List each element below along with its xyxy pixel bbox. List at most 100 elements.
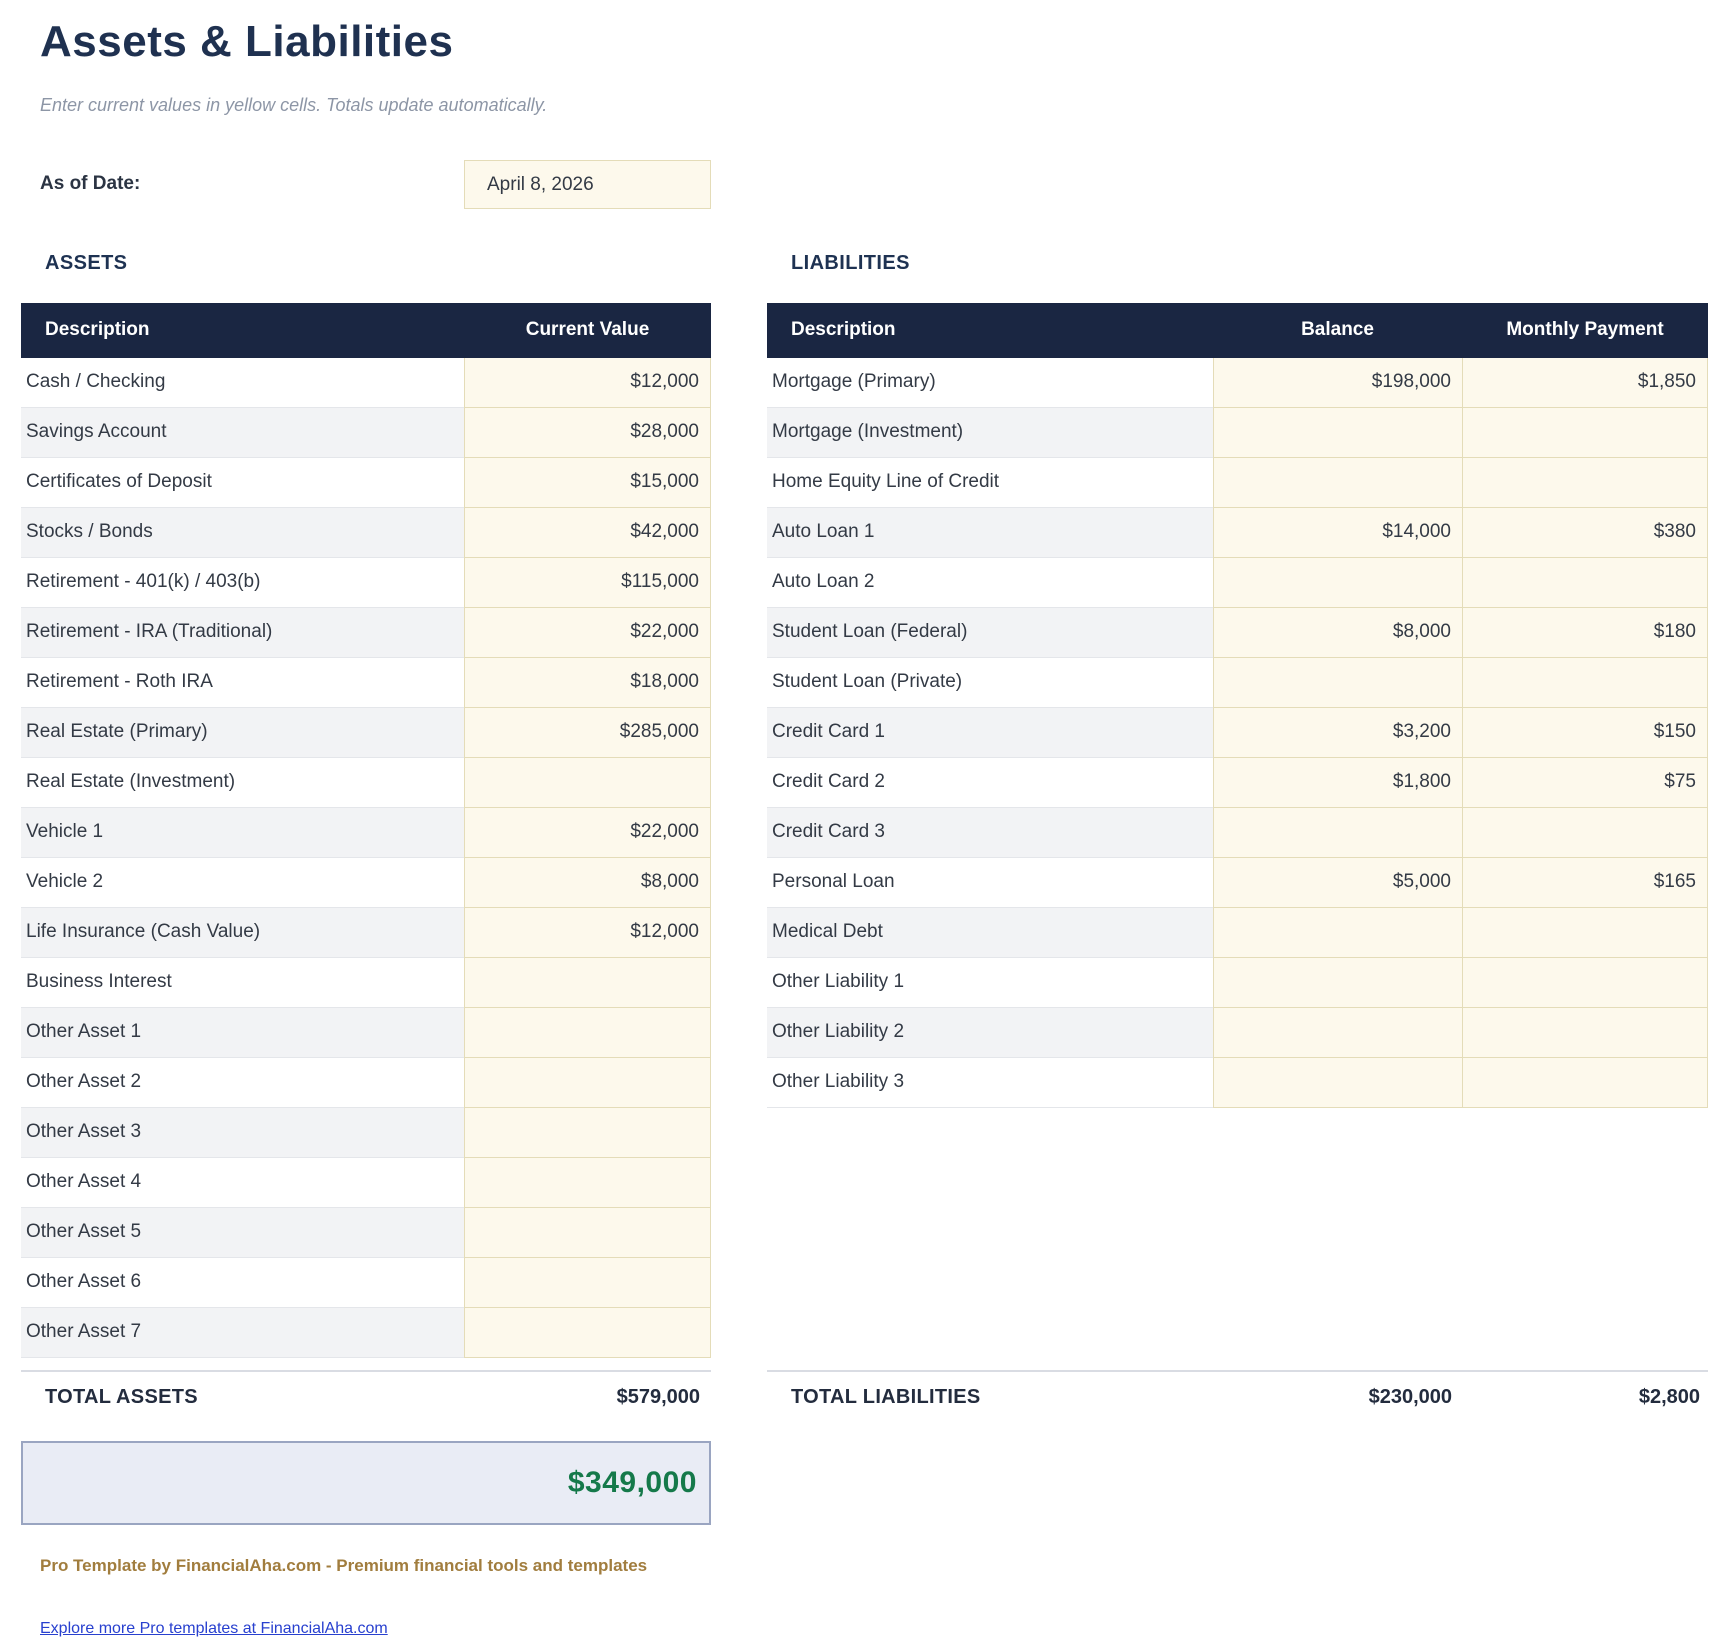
asset-description: Retirement - 401(k) / 403(b) [21,558,464,608]
asset-value-cell[interactable]: $15,000 [464,458,711,508]
liability-balance-cell[interactable]: $3,200 [1213,708,1462,758]
footer-explore-link[interactable]: Explore more Pro templates at FinancialA… [40,1620,388,1638]
total-assets-row: TOTAL ASSETS $579,000 [21,1370,711,1409]
asset-value-cell[interactable] [464,958,711,1008]
asset-row: Other Asset 1 [21,1008,711,1058]
liability-payment-cell[interactable] [1462,458,1708,508]
asset-value-cell[interactable] [464,1308,711,1358]
liability-description: Auto Loan 1 [767,508,1213,558]
total-liabilities-row: TOTAL LIABILITIES $230,000 $2,800 [767,1370,1708,1409]
asset-value-cell[interactable]: $18,000 [464,658,711,708]
asset-description: Other Asset 7 [21,1308,464,1358]
asset-value-cell[interactable]: $12,000 [464,908,711,958]
asset-description: Real Estate (Investment) [21,758,464,808]
liability-row: Other Liability 3 [767,1058,1708,1108]
asset-value-cell[interactable]: $285,000 [464,708,711,758]
liability-description: Mortgage (Primary) [767,358,1213,408]
page-subtitle: Enter current values in yellow cells. To… [40,95,1708,116]
asset-row: Real Estate (Primary)$285,000 [21,708,711,758]
total-assets-label: TOTAL ASSETS [21,1386,464,1409]
liability-row: Auto Loan 2 [767,558,1708,608]
liability-payment-cell[interactable] [1462,658,1708,708]
asset-row: Savings Account$28,000 [21,408,711,458]
tables-container: ASSETS Description Current Value Cash / … [21,252,1708,1358]
liability-description: Student Loan (Federal) [767,608,1213,658]
page-title: Assets & Liabilities [40,16,1708,68]
asset-value-cell[interactable] [464,758,711,808]
liability-balance-cell[interactable] [1213,1008,1462,1058]
assets-table-body: Cash / Checking$12,000Savings Account$28… [21,358,711,1358]
liability-balance-cell[interactable] [1213,1058,1462,1108]
as-of-date-input[interactable]: April 8, 2026 [464,160,711,209]
assets-table: Description Current Value Cash / Checkin… [21,303,711,1358]
liability-payment-cell[interactable]: $1,850 [1462,358,1708,408]
asset-value-cell[interactable] [464,1208,711,1258]
asset-row: Retirement - IRA (Traditional)$22,000 [21,608,711,658]
liability-description: Auto Loan 2 [767,558,1213,608]
liabilities-section-title: LIABILITIES [767,252,1708,276]
liability-balance-cell[interactable] [1213,558,1462,608]
liability-payment-cell[interactable]: $165 [1462,858,1708,908]
liability-payment-cell[interactable] [1462,408,1708,458]
asset-value-cell[interactable]: $12,000 [464,358,711,408]
asset-value-cell[interactable]: $42,000 [464,508,711,558]
asset-row: Life Insurance (Cash Value)$12,000 [21,908,711,958]
asset-value-cell[interactable] [464,1108,711,1158]
asset-value-cell[interactable]: $22,000 [464,608,711,658]
liability-payment-cell[interactable] [1462,558,1708,608]
liability-balance-cell[interactable]: $5,000 [1213,858,1462,908]
liability-row: Student Loan (Private) [767,658,1708,708]
liability-row: Home Equity Line of Credit [767,458,1708,508]
liabilities-header-description: Description [767,319,1213,341]
liability-balance-cell[interactable] [1213,908,1462,958]
asset-value-cell[interactable]: $8,000 [464,858,711,908]
liability-payment-cell[interactable] [1462,1008,1708,1058]
asset-description: Business Interest [21,958,464,1008]
liability-row: Student Loan (Federal)$8,000$180 [767,608,1708,658]
liability-balance-cell[interactable] [1213,808,1462,858]
liability-payment-cell[interactable] [1462,958,1708,1008]
asset-value-cell[interactable]: $115,000 [464,558,711,608]
asset-value-cell[interactable] [464,1058,711,1108]
liability-balance-cell[interactable] [1213,458,1462,508]
asset-description: Life Insurance (Cash Value) [21,908,464,958]
liability-balance-cell[interactable]: $8,000 [1213,608,1462,658]
page: Assets & Liabilities Enter current value… [0,0,1729,1628]
liability-balance-cell[interactable]: $1,800 [1213,758,1462,808]
liability-balance-cell[interactable]: $14,000 [1213,508,1462,558]
asset-value-cell[interactable] [464,1258,711,1308]
liability-payment-cell[interactable]: $75 [1462,758,1708,808]
liability-row: Credit Card 2$1,800$75 [767,758,1708,808]
liability-payment-cell[interactable]: $180 [1462,608,1708,658]
liability-balance-cell[interactable] [1213,958,1462,1008]
total-liabilities-balance: $230,000 [1213,1386,1462,1409]
asset-value-cell[interactable]: $28,000 [464,408,711,458]
asset-value-cell[interactable] [464,1008,711,1058]
liability-row: Other Liability 1 [767,958,1708,1008]
total-liabilities-label: TOTAL LIABILITIES [767,1386,1213,1409]
asset-description: Vehicle 1 [21,808,464,858]
as-of-date-row: As of Date: April 8, 2026 [21,160,1708,209]
asset-value-cell[interactable]: $22,000 [464,808,711,858]
liability-payment-cell[interactable] [1462,1058,1708,1108]
liability-balance-cell[interactable] [1213,408,1462,458]
liability-payment-cell[interactable]: $150 [1462,708,1708,758]
asset-row: Retirement - 401(k) / 403(b)$115,000 [21,558,711,608]
liabilities-header-monthly-payment: Monthly Payment [1462,319,1708,341]
asset-value-cell[interactable] [464,1158,711,1208]
liability-row: Medical Debt [767,908,1708,958]
liabilities-table: Description Balance Monthly Payment Mort… [767,303,1708,1108]
liability-balance-cell[interactable]: $198,000 [1213,358,1462,408]
assets-table-header: Description Current Value [21,303,711,358]
liability-balance-cell[interactable] [1213,658,1462,708]
total-assets-value: $579,000 [464,1386,711,1409]
liability-payment-cell[interactable]: $380 [1462,508,1708,558]
asset-description: Cash / Checking [21,358,464,408]
liability-payment-cell[interactable] [1462,908,1708,958]
asset-description: Other Asset 4 [21,1158,464,1208]
liability-description: Other Liability 2 [767,1008,1213,1058]
liability-payment-cell[interactable] [1462,808,1708,858]
liability-row: Mortgage (Investment) [767,408,1708,458]
asset-description: Other Asset 1 [21,1008,464,1058]
net-worth-box: $349,000 [21,1441,711,1525]
